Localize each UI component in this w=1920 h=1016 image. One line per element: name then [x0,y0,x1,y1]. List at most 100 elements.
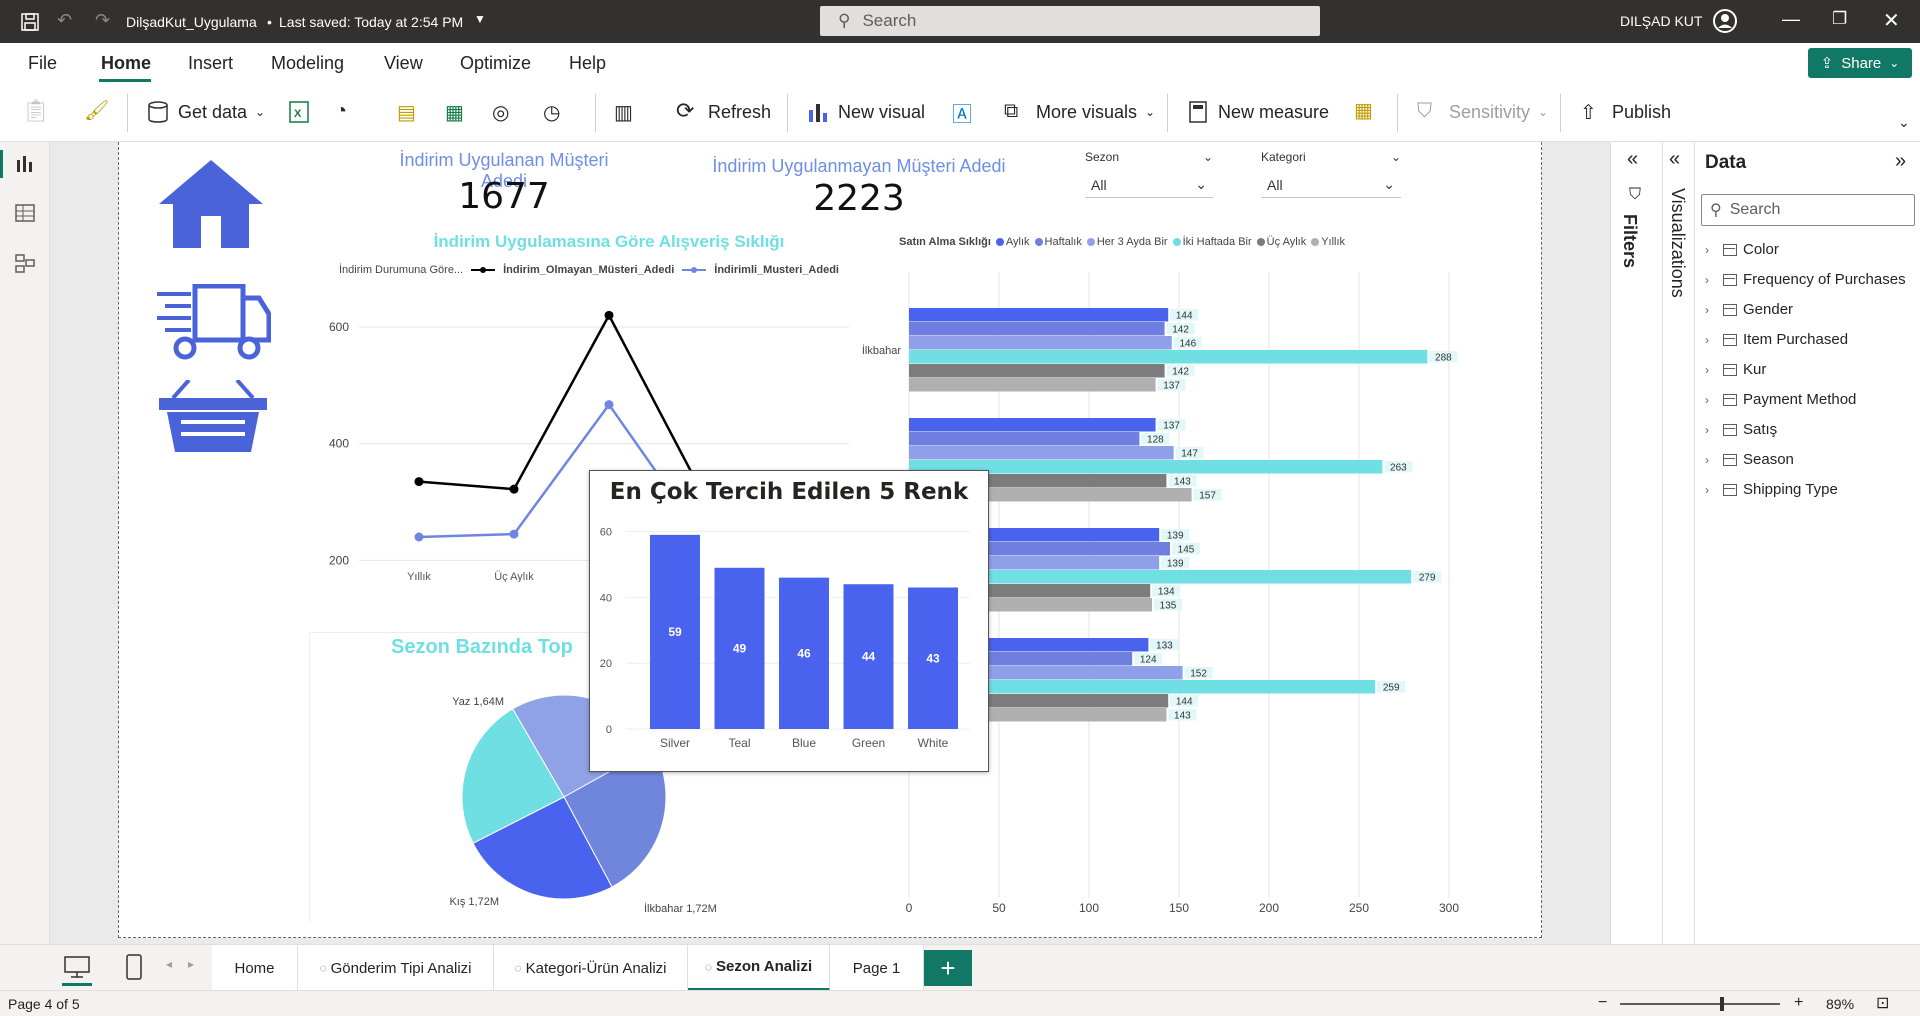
menu-insert[interactable]: Insert [188,53,233,74]
chevron-right-icon[interactable]: › [1705,483,1717,497]
data-point[interactable] [604,400,614,410]
new-measure-button[interactable]: New measure [1186,100,1329,124]
desktop-layout-icon[interactable] [64,955,90,979]
data-point[interactable] [604,310,614,320]
chevron-down-icon[interactable]: ▼ [474,12,486,26]
legend-item[interactable]: Haftalık [1034,236,1082,248]
data-point[interactable] [509,529,519,539]
expand-visualizations-icon[interactable]: « [1669,148,1680,171]
data-table-item[interactable]: › Shipping Type [1705,481,1838,498]
bar[interactable] [909,350,1428,364]
model-view-icon[interactable] [14,252,36,274]
recent-sources-icon[interactable]: ◷ [543,100,560,125]
legend-item[interactable]: Üç Aylık [1256,236,1306,248]
zoom-out-icon[interactable]: − [1598,994,1607,1012]
paste-icon[interactable]: 📋︎ [22,98,50,124]
menu-help[interactable]: Help [569,53,606,74]
data-table-item[interactable]: › Satış [1705,421,1777,438]
filters-pane-collapsed[interactable]: « ⛉ Filters [1610,142,1662,952]
next-page-icon[interactable]: ▸ [188,957,194,971]
bar[interactable] [909,322,1165,336]
zoom-slider[interactable] [1620,1003,1780,1005]
more-visuals-button[interactable]: ⧉ More visuals ⌄ [1004,100,1155,124]
minimize-icon[interactable]: — [1782,9,1800,30]
collapse-ribbon-icon[interactable]: ⌄ [1898,114,1910,131]
data-search-input[interactable]: ⚲ Search [1701,194,1915,226]
data-table-item[interactable]: › Color [1705,241,1779,258]
legend-item[interactable]: İki Haftada Bir [1172,236,1252,248]
legend-item[interactable]: Aylık [995,236,1030,248]
data-point[interactable] [414,477,424,487]
redo-icon[interactable]: ↷ [95,10,110,31]
refresh-button[interactable]: ⟳ Refresh [676,100,771,124]
data-table-item[interactable]: › Payment Method [1705,391,1856,408]
dataflow-icon[interactable]: ▤ [397,100,416,125]
save-icon[interactable] [20,12,40,32]
report-page[interactable]: İndirim Uygulanan Müşteri Adedi 1677 İnd… [118,142,1542,938]
collapse-data-icon[interactable]: » [1895,150,1906,173]
zoom-slider-thumb[interactable] [1720,997,1724,1011]
table-view-icon[interactable] [14,202,36,224]
chevron-right-icon[interactable]: › [1705,243,1717,257]
restore-icon[interactable]: ❐ [1832,9,1847,29]
dataverse-icon[interactable]: ◎ [492,100,509,125]
report-view-icon[interactable] [14,152,36,174]
format-painter-icon[interactable]: 🖌︎ [84,98,109,123]
page-tab[interactable]: ◌ Gönderim Tipi Analizi [298,945,494,991]
chevron-right-icon[interactable]: › [1705,453,1717,467]
page-tab[interactable]: Page 1 [830,945,924,991]
legend-item[interactable]: Her 3 Ayda Bir [1086,236,1168,248]
close-icon[interactable]: ✕ [1883,8,1900,33]
page-tab[interactable]: ◌ Sezon Analizi [688,945,830,991]
bar[interactable] [909,308,1169,322]
data-table-item[interactable]: › Kur [1705,361,1766,378]
data-table-item[interactable]: › Season [1705,451,1794,468]
menu-file[interactable]: File [28,53,57,74]
user-name[interactable]: DILŞAD KUT [1620,13,1702,29]
file-name[interactable]: DilşadKut_Uygulama [126,14,257,30]
bar[interactable] [909,336,1172,350]
data-point[interactable] [414,532,424,542]
legend-item[interactable]: Yıllık [1311,236,1345,248]
bar[interactable] [909,378,1156,392]
add-page-button[interactable]: + [924,950,972,986]
page-tab[interactable]: ◌ Kategori-Ürün Analizi [494,945,688,991]
account-icon[interactable] [1712,8,1738,34]
chevron-down-icon[interactable]: ⌄ [1383,176,1395,193]
data-table-item[interactable]: › Item Purchased [1705,331,1848,348]
chevron-down-icon[interactable]: ⌄ [1195,176,1207,193]
search-box[interactable]: ⚲ Search [820,6,1320,36]
enter-data-icon[interactable]: ▦ [445,100,464,125]
chevron-right-icon[interactable]: › [1705,423,1717,437]
zoom-in-icon[interactable]: + [1794,994,1803,1012]
data-table-item[interactable]: › Frequency of Purchases [1705,271,1906,288]
menu-modeling[interactable]: Modeling [271,53,344,74]
visualizations-pane-collapsed[interactable]: « Visualizations [1662,142,1694,952]
page-tab[interactable]: Home [212,945,298,991]
slicer-category[interactable]: Kategori ⌄ All ⌄ [1261,150,1401,198]
chevron-right-icon[interactable]: › [1705,303,1717,317]
last-saved[interactable]: Last saved: Today at 2:54 PM [279,14,463,30]
undo-icon[interactable]: ↶ [57,10,72,31]
sensitivity-button[interactable]: ⛉ Sensitivity ⌄ [1417,100,1548,124]
color-chart-popup[interactable]: En Çok Tercih Edilen 5 Renk 0 20 40 60 59 Sil… [589,470,989,772]
menu-optimize[interactable]: Optimize [460,53,531,74]
data-table-item[interactable]: › Gender [1705,301,1793,318]
publish-button[interactable]: ⇧ Publish [1580,100,1671,125]
transform-data-icon[interactable]: ▥ [614,100,633,125]
data-point[interactable] [509,484,519,494]
color-bar-chart[interactable]: 0 20 40 60 59 Silver 49 Teal 46 Blue 44 Green 43 Whit… [590,515,988,769]
chevron-right-icon[interactable]: › [1705,393,1717,407]
slicer-season[interactable]: Sezon ⌄ All ⌄ [1085,150,1213,198]
expand-filters-icon[interactable]: « [1627,148,1638,171]
mobile-layout-icon[interactable] [126,954,142,980]
prev-page-icon[interactable]: ◂ [166,957,172,971]
chevron-right-icon[interactable]: › [1705,273,1717,287]
bar[interactable] [909,418,1156,432]
new-visual-button[interactable]: New visual [806,100,925,124]
chevron-right-icon[interactable]: › [1705,363,1717,377]
onelake-icon[interactable]: ◔ [335,100,347,123]
chevron-right-icon[interactable]: › [1705,333,1717,347]
bar[interactable] [909,364,1165,378]
bar[interactable] [909,432,1140,446]
